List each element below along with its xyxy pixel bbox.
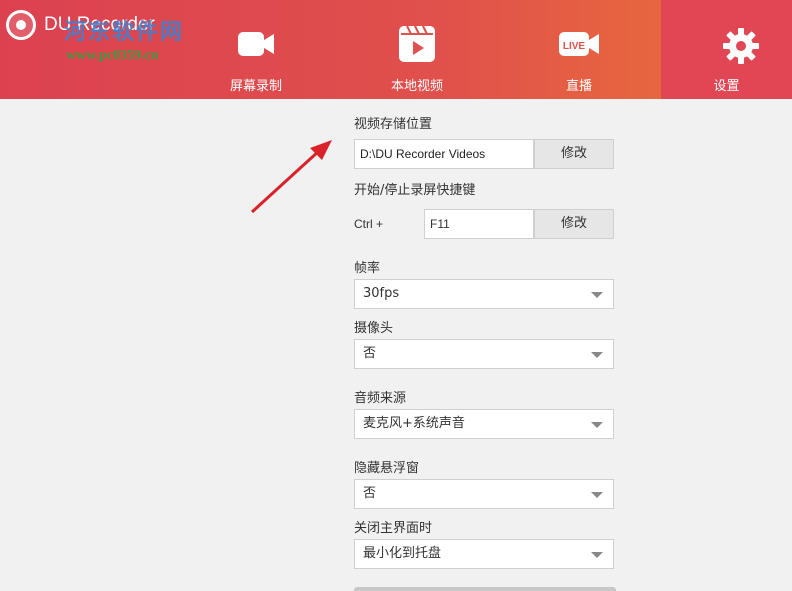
framerate-label: 帧率 xyxy=(354,261,381,276)
tab-live[interactable]: LIVE 直播 xyxy=(499,0,659,99)
camera-value: 否 xyxy=(363,346,377,361)
watermark-url: www.pc0359.cn xyxy=(66,48,159,63)
tab-label: 直播 xyxy=(565,79,592,94)
chevron-down-icon xyxy=(591,422,603,428)
change-hotkey-button[interactable]: 修改 xyxy=(534,209,614,239)
video-file-icon xyxy=(399,25,435,62)
framerate-select[interactable]: 30fps xyxy=(354,279,614,309)
chevron-down-icon xyxy=(591,352,603,358)
tab-screen-record[interactable]: 屏幕录制 xyxy=(176,0,336,99)
annotation-arrow-icon xyxy=(250,140,332,214)
on-close-label: 关闭主界面时 xyxy=(354,521,433,536)
on-close-select[interactable]: 最小化到托盘 xyxy=(354,539,614,569)
brand-area: DU Recorder 河东软件网 www.pc0359.cn xyxy=(0,0,200,99)
storage-path-field[interactable]: D:\DU Recorder Videos xyxy=(354,139,534,169)
audio-source-value: 麦克风+系统声音 xyxy=(363,416,465,431)
hotkey-key-field[interactable]: F11 xyxy=(424,209,534,239)
tab-local-video[interactable]: 本地视频 xyxy=(337,0,497,99)
live-icon-text: LIVE xyxy=(563,41,586,52)
framerate-value: 30fps xyxy=(363,286,400,301)
on-close-value: 最小化到托盘 xyxy=(363,546,442,561)
top-navigation-bar: DU Recorder 河东软件网 www.pc0359.cn 屏幕录制 本地视… xyxy=(0,0,792,99)
tab-label: 屏幕录制 xyxy=(229,79,282,94)
hide-float-select[interactable]: 否 xyxy=(354,479,614,509)
live-camera-icon: LIVE xyxy=(559,32,599,56)
storage-location-label: 视频存储位置 xyxy=(354,117,433,132)
audio-source-label: 音频来源 xyxy=(354,391,407,406)
gear-icon xyxy=(723,28,759,64)
tab-label: 本地视频 xyxy=(390,79,443,94)
camera-select[interactable]: 否 xyxy=(354,339,614,369)
app-logo-icon xyxy=(6,10,36,40)
camera-label: 摄像头 xyxy=(354,321,394,336)
hotkey-modifier: Ctrl + xyxy=(354,217,384,231)
hotkey-label: 开始/停止录屏快捷键 xyxy=(354,183,476,198)
audio-source-select[interactable]: 麦克风+系统声音 xyxy=(354,409,614,439)
change-storage-button[interactable]: 修改 xyxy=(534,139,614,169)
chevron-down-icon xyxy=(591,292,603,298)
chevron-down-icon xyxy=(591,492,603,498)
watermark-text: 河东软件网 xyxy=(64,19,185,44)
hide-float-value: 否 xyxy=(363,486,377,501)
hide-float-label: 隐藏悬浮窗 xyxy=(354,461,420,476)
tab-settings[interactable]: 设置 xyxy=(661,0,792,99)
chevron-down-icon xyxy=(591,552,603,558)
bottom-button-edge[interactable] xyxy=(354,587,616,591)
tab-label: 设置 xyxy=(713,79,740,94)
video-camera-icon xyxy=(238,32,274,56)
